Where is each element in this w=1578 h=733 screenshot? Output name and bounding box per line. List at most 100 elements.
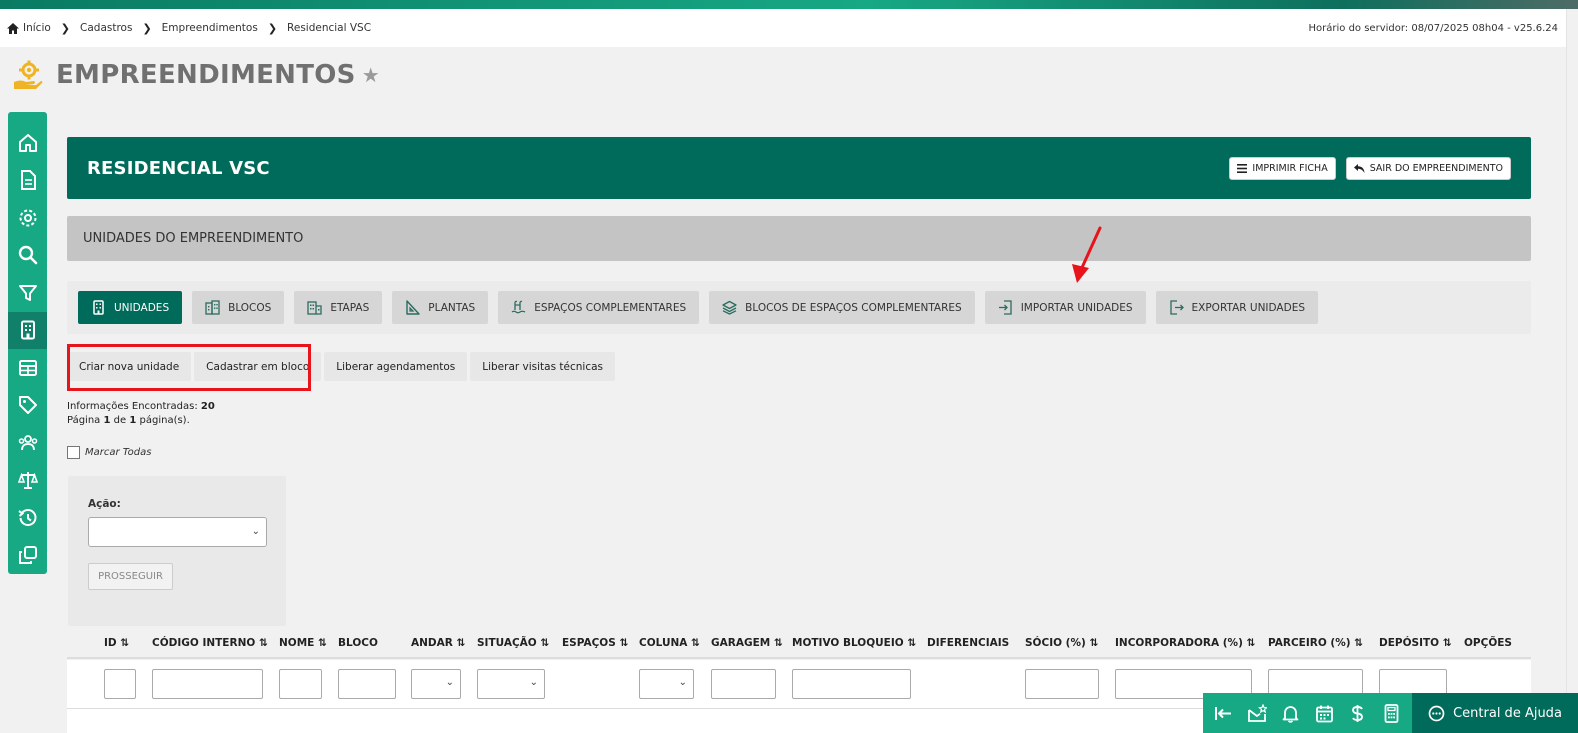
- tag-icon: [18, 396, 37, 415]
- sort-icon: ⇅: [318, 637, 327, 649]
- filter-codigo-input[interactable]: [152, 669, 263, 699]
- col-espacos[interactable]: ESPAÇOS ⇅: [562, 637, 628, 649]
- filter-socio-input[interactable]: [1025, 669, 1099, 699]
- col-codigo-interno[interactable]: CÓDIGO INTERNO ⇅: [152, 637, 268, 649]
- filter-bloco-input[interactable]: [338, 669, 396, 699]
- sidebar-item-search[interactable]: [8, 237, 47, 275]
- mark-all[interactable]: Marcar Todas: [67, 446, 151, 459]
- sidebar-item-settings[interactable]: [8, 199, 47, 237]
- sort-icon: ⇅: [773, 637, 783, 649]
- sidebar-item-copy[interactable]: [8, 537, 47, 575]
- chevron-down-icon: ⌄: [529, 677, 538, 688]
- col-andar[interactable]: ANDAR ⇅: [411, 637, 465, 649]
- filter-garagem-input[interactable]: [711, 669, 776, 699]
- sort-icon: ⇅: [258, 637, 268, 649]
- chevron-right-icon: ❯: [142, 21, 152, 35]
- sort-icon: ⇅: [1246, 637, 1256, 649]
- chevron-down-icon: ⌄: [251, 526, 260, 537]
- bottom-toolbar: Central de Ajuda: [1203, 693, 1578, 733]
- filter-andar-select[interactable]: ⌄: [411, 669, 461, 699]
- tab-blocos-espacos-complementares[interactable]: BLOCOS DE ESPAÇOS COMPLEMENTARES: [709, 291, 975, 324]
- tab-unidades[interactable]: UNIDADES: [78, 291, 183, 324]
- exit-development-button[interactable]: SAIR DO EMPREENDIMENTO: [1345, 156, 1511, 180]
- tab-etapas[interactable]: ETAPAS: [294, 291, 383, 324]
- page-scrollbar[interactable]: [1566, 9, 1578, 733]
- col-socio[interactable]: SÓCIO (%) ⇅: [1025, 637, 1098, 649]
- gear-hand-icon: [14, 60, 43, 89]
- col-nome[interactable]: NOME ⇅: [279, 637, 327, 649]
- filter-nome-input[interactable]: [279, 669, 322, 699]
- tab-importar-unidades[interactable]: IMPORTAR UNIDADES: [984, 291, 1146, 324]
- sidebar-item-home[interactable]: [8, 124, 47, 162]
- scale-icon: [17, 472, 38, 490]
- action-select[interactable]: ⌄: [88, 517, 267, 547]
- top-bar: Início ❯ Cadastros ❯ Empreendimentos ❯ R…: [0, 9, 1566, 47]
- breadcrumb-home[interactable]: Início: [6, 22, 51, 35]
- pool-icon: [511, 300, 526, 314]
- document-icon: [20, 170, 36, 191]
- col-situacao[interactable]: SITUAÇÃO ⇅: [477, 637, 549, 649]
- col-bloco[interactable]: BLOCO: [338, 637, 378, 649]
- search-icon: [18, 246, 37, 265]
- col-id[interactable]: ID ⇅: [104, 637, 129, 649]
- sidebar-item-users[interactable]: [8, 424, 47, 462]
- filter-situacao-select[interactable]: ⌄: [477, 669, 545, 699]
- col-garagem[interactable]: GARAGEM ⇅: [711, 637, 783, 649]
- tab-plantas[interactable]: PLANTAS: [392, 291, 489, 324]
- sort-icon: ⇅: [1442, 637, 1452, 649]
- filter-id-input[interactable]: [104, 669, 136, 699]
- home-icon: [18, 133, 37, 152]
- units-table-header: ID ⇅ CÓDIGO INTERNO ⇅ NOME ⇅ BLOCO ANDAR…: [67, 628, 1531, 659]
- breadcrumb: Início ❯ Cadastros ❯ Empreendimentos ❯ R…: [6, 22, 371, 35]
- top-accent-stripe: [0, 0, 1578, 9]
- filter-coluna-select[interactable]: ⌄: [639, 669, 694, 699]
- blocks-icon: [205, 300, 220, 315]
- favorite-star-icon[interactable]: ★: [362, 63, 380, 87]
- building-icon: [20, 320, 35, 340]
- breadcrumb-cadastros[interactable]: Cadastros: [80, 22, 132, 34]
- bell-icon[interactable]: [1281, 704, 1300, 723]
- col-incorporadora[interactable]: INCORPORADORA (%) ⇅: [1115, 637, 1255, 649]
- sidebar-item-buildings[interactable]: [8, 311, 47, 349]
- print-sheet-button[interactable]: IMPRIMIR FICHA: [1229, 156, 1336, 180]
- sidebar-item-history[interactable]: [8, 499, 47, 537]
- release-visits-button[interactable]: Liberar visitas técnicas: [470, 352, 616, 381]
- server-time: Horário do servidor: 08/07/2025 08h04 - …: [1308, 22, 1558, 34]
- sidebar-item-legal[interactable]: [8, 462, 47, 500]
- breadcrumb-empreendimentos[interactable]: Empreendimentos: [162, 22, 258, 34]
- results-count: 20: [200, 401, 215, 412]
- chevron-down-icon: ⌄: [445, 677, 454, 688]
- col-opcoes: OPÇÕES: [1464, 637, 1512, 649]
- collapse-left-icon[interactable]: [1214, 704, 1233, 723]
- sidebar-item-filter[interactable]: [8, 274, 47, 312]
- unit-tabs: UNIDADES BLOCOS ETAPAS PLANTAS ESPAÇOS C…: [67, 281, 1531, 334]
- tab-espacos-complementares[interactable]: ESPAÇOS COMPLEMENTARES: [498, 291, 700, 324]
- sort-icon: ⇅: [1354, 637, 1363, 649]
- reply-arrow-icon: [1353, 163, 1365, 173]
- calculator-icon[interactable]: [1382, 703, 1401, 723]
- filter-motivo-input[interactable]: [792, 669, 911, 699]
- sidebar-item-documents[interactable]: [8, 162, 47, 200]
- mark-all-checkbox[interactable]: [67, 446, 80, 459]
- tab-blocos[interactable]: BLOCOS: [192, 291, 285, 324]
- mail-star-icon[interactable]: [1247, 703, 1267, 723]
- gear-icon: [19, 209, 36, 227]
- sort-icon: ⇅: [540, 637, 550, 649]
- help-center-button[interactable]: Central de Ajuda: [1412, 693, 1578, 733]
- stages-icon: [307, 301, 322, 315]
- chat-bubble-icon: [1428, 705, 1445, 721]
- sidebar-item-tags[interactable]: [8, 387, 47, 425]
- sidebar-item-tables[interactable]: [8, 349, 47, 387]
- col-parceiro[interactable]: PARCEIRO (%) ⇅: [1268, 637, 1363, 649]
- col-coluna[interactable]: COLUNA ⇅: [639, 637, 700, 649]
- tab-exportar-unidades[interactable]: EXPORTAR UNIDADES: [1155, 291, 1318, 324]
- dollar-icon[interactable]: [1348, 704, 1367, 723]
- proceed-button[interactable]: PROSSEGUIR: [88, 563, 173, 590]
- filter-icon: [18, 284, 37, 301]
- release-scheduling-button[interactable]: Liberar agendamentos: [324, 352, 468, 381]
- col-deposito[interactable]: DEPÓSITO ⇅: [1379, 637, 1452, 649]
- col-motivo-bloqueio[interactable]: MOTIVO BLOQUEIO ⇅: [792, 637, 916, 649]
- calendar-icon[interactable]: [1315, 704, 1334, 723]
- chevron-right-icon: ❯: [267, 21, 278, 35]
- users-icon: [18, 434, 37, 450]
